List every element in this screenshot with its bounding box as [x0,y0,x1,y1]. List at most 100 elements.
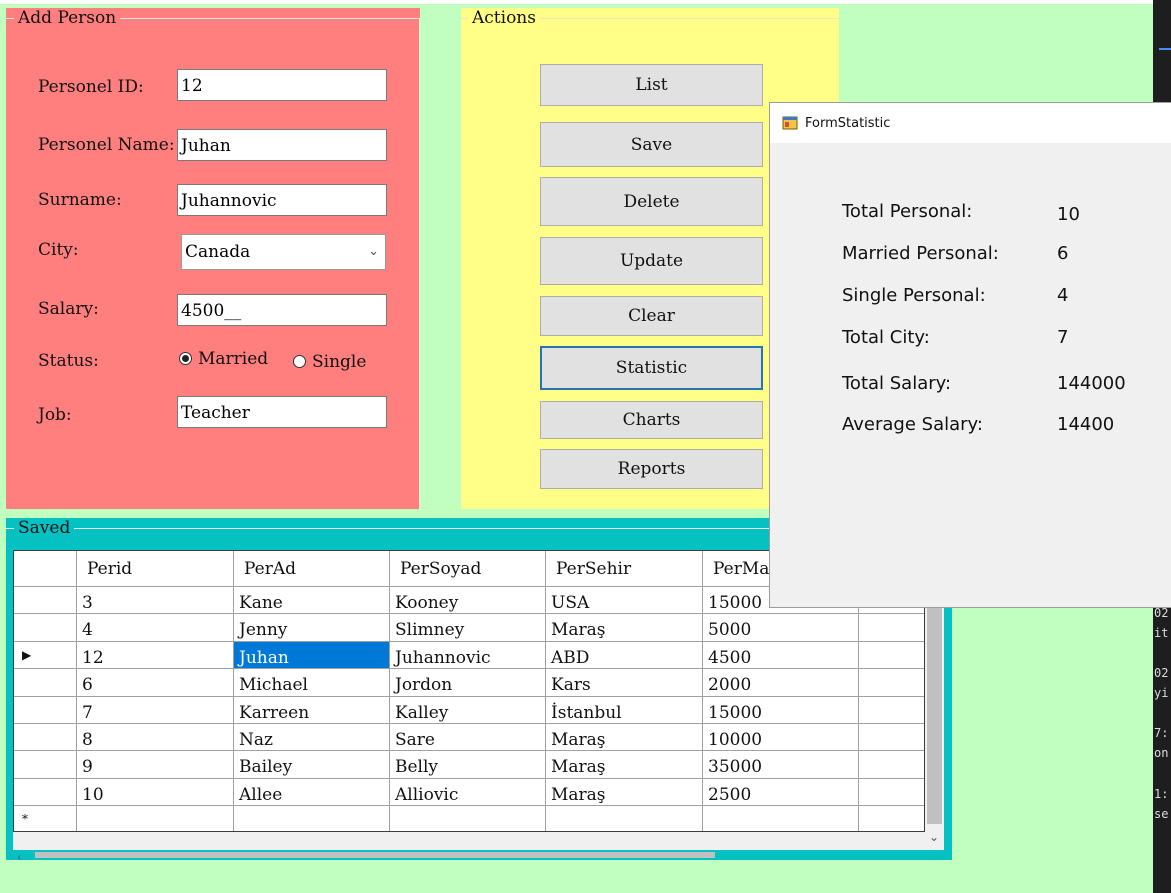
table-cell[interactable] [859,806,924,831]
horizontal-scroll-thumb[interactable] [35,852,715,858]
add-person-title: Add Person [14,8,121,28]
table-row[interactable]: 4 Jenny Slimney Maraş 5000 [14,614,924,642]
row-header[interactable] [14,614,77,642]
city-select[interactable]: Canada ⌄ [181,234,386,270]
radio-unchecked-icon[interactable] [293,355,306,368]
row-header[interactable] [14,751,77,779]
job-input[interactable]: Teacher [177,396,387,428]
table-cell[interactable] [859,751,924,779]
table-cell[interactable] [234,806,390,831]
scroll-down-icon[interactable]: ⌄ [929,830,939,844]
table-cell[interactable]: Jenny [234,614,390,642]
current-row-marker[interactable]: ▶ [14,641,77,670]
table-cell[interactable]: 5000 [703,614,859,642]
table-cell[interactable] [390,806,546,831]
row-header[interactable] [14,696,77,724]
table-cell[interactable]: Karreen [234,696,390,724]
table-cell[interactable]: 4500 [703,641,859,670]
table-cell[interactable]: Bailey [234,751,390,779]
table-cell[interactable]: Michael [234,669,390,697]
table-cell[interactable] [859,696,924,724]
table-cell[interactable]: Jordon [390,669,546,697]
personel-name-input[interactable]: Juhan [177,129,387,161]
row-header[interactable] [14,778,77,807]
table-cell[interactable]: Juhannovic [390,641,546,670]
table-row[interactable]: 6 Michael Jordon Kars 2000 [14,669,924,697]
column-header-persehir[interactable]: PerSehir [546,551,703,587]
table-cell[interactable]: 10000 [703,724,859,752]
table-row[interactable]: 10 Allee Alliovic Maraş 2500 [14,778,924,807]
table-cell[interactable]: Kooney [390,587,546,615]
table-cell[interactable]: ABD [546,641,703,670]
table-cell[interactable]: Alliovic [390,778,546,807]
table-cell[interactable] [859,724,924,752]
table-cell[interactable]: 10 [77,778,234,807]
row-header[interactable] [14,587,77,615]
column-header-perid[interactable]: Perid [77,551,234,587]
personel-id-input[interactable]: 12 [177,69,387,101]
form-statistic-window[interactable]: FormStatistic Total Personal: 10 Married… [769,102,1171,608]
table-cell[interactable]: 15000 [703,696,859,724]
scroll-left-icon[interactable]: ‹ [17,850,22,864]
form-statistic-titlebar[interactable]: FormStatistic [770,103,1171,143]
table-row[interactable]: 7 Karreen Kalley İstanbul 15000 [14,696,924,724]
table-cell[interactable] [859,669,924,697]
grid-horizontal-scrollbar[interactable]: ‹ [13,832,925,864]
save-button[interactable]: Save [540,122,763,167]
update-button[interactable]: Update [540,237,763,285]
charts-button[interactable]: Charts [540,401,763,439]
table-cell[interactable]: 12 [77,641,234,670]
table-cell[interactable] [546,806,703,831]
table-row[interactable]: ▶ 12 Juhan Juhannovic ABD 4500 [14,641,924,670]
table-cell[interactable]: Maraş [546,751,703,779]
table-cell[interactable]: 2500 [703,778,859,807]
chevron-down-icon[interactable]: ⌄ [368,244,379,259]
table-cell[interactable]: Slimney [390,614,546,642]
grid-corner[interactable] [14,551,77,587]
table-cell[interactable]: Allee [234,778,390,807]
table-cell[interactable]: Kalley [390,696,546,724]
single-radio[interactable]: Single [293,352,366,372]
table-row[interactable]: 9 Bailey Belly Maraş 35000 [14,751,924,779]
list-button[interactable]: List [540,64,763,106]
table-cell[interactable]: 4 [77,614,234,642]
clear-button[interactable]: Clear [540,296,763,336]
table-cell[interactable]: İstanbul [546,696,703,724]
row-header[interactable] [14,724,77,752]
new-table-row[interactable]: * [14,806,924,831]
table-cell[interactable]: Belly [390,751,546,779]
table-cell[interactable]: 6 [77,669,234,697]
table-cell[interactable] [859,641,924,670]
table-cell[interactable]: 35000 [703,751,859,779]
column-header-persoyad[interactable]: PerSoyad [390,551,546,587]
table-cell[interactable]: Juhan [234,641,390,670]
reports-button[interactable]: Reports [540,449,763,489]
row-header[interactable] [14,669,77,697]
table-cell[interactable]: 9 [77,751,234,779]
surname-input[interactable]: Juhannovic [177,184,387,216]
table-cell[interactable] [859,614,924,642]
salary-input[interactable]: 4500__ [177,294,387,326]
table-cell[interactable]: 8 [77,724,234,752]
table-cell[interactable]: Sare [390,724,546,752]
table-cell[interactable] [703,806,859,831]
table-cell[interactable] [77,806,234,831]
table-cell[interactable]: Maraş [546,614,703,642]
table-cell[interactable]: 3 [77,587,234,615]
radio-checked-icon[interactable] [179,352,192,365]
table-cell[interactable]: 2000 [703,669,859,697]
table-row[interactable]: 8 Naz Sare Maraş 10000 [14,724,924,752]
table-cell[interactable]: 7 [77,696,234,724]
column-header-perad[interactable]: PerAd [234,551,390,587]
delete-button[interactable]: Delete [540,177,763,226]
table-cell[interactable]: Maraş [546,778,703,807]
table-cell[interactable]: USA [546,587,703,615]
table-cell[interactable] [859,778,924,807]
new-row-marker[interactable]: * [14,806,77,831]
married-radio[interactable]: Married [179,349,268,369]
table-cell[interactable]: Kars [546,669,703,697]
statistic-button[interactable]: Statistic [540,346,763,390]
table-cell[interactable]: Maraş [546,724,703,752]
table-cell[interactable]: Kane [234,587,390,615]
table-cell[interactable]: Naz [234,724,390,752]
